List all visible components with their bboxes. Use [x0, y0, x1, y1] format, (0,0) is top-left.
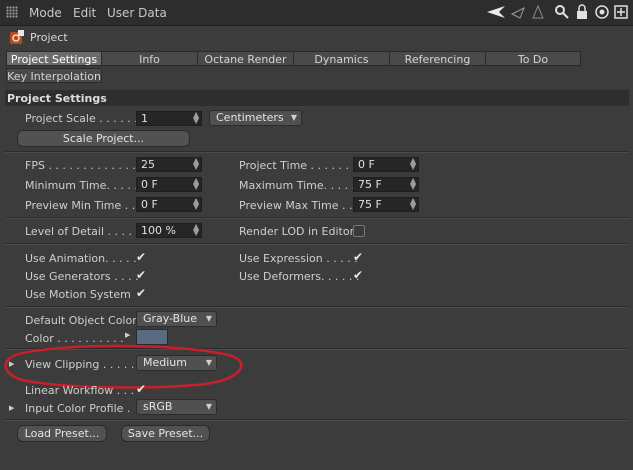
grip-icon[interactable] [6, 6, 18, 18]
spinner-icon[interactable]: ▲ ▼ [193, 197, 199, 211]
up-arrow-icon[interactable] [530, 4, 546, 20]
panel-title: Project [30, 31, 68, 44]
chevron-down-icon: ▼ [290, 113, 297, 122]
save-preset-button[interactable]: Save Preset... [121, 425, 210, 442]
use-motion-label: Use Motion System [25, 288, 131, 301]
input-color-profile-dropdown[interactable]: sRGB ▼ [136, 399, 217, 415]
expand-arrow-icon[interactable]: ▶ [125, 331, 130, 339]
tab-key-interpolation[interactable]: Key Interpolation [6, 68, 102, 83]
scale-project-button[interactable]: Scale Project... [17, 130, 190, 147]
divider [5, 151, 629, 153]
cursor-arrow-icon[interactable] [510, 4, 526, 20]
tab-to-do[interactable]: To Do [485, 51, 581, 66]
project-scale-value: 1 [141, 112, 148, 125]
use-animation-label: Use Animation. . . . . [25, 252, 137, 265]
use-expression-checkbox[interactable]: ✔ [352, 251, 364, 263]
new-window-icon[interactable] [613, 4, 629, 20]
use-animation-checkbox[interactable]: ✔ [135, 251, 147, 263]
fps-label: FPS . . . . . . . . . . . . . [25, 159, 136, 172]
spinner-icon[interactable]: ▲ ▼ [193, 223, 199, 237]
use-generators-label: Use Generators . . . . [25, 270, 139, 283]
use-expression-label: Use Expression . . . . . [239, 252, 358, 265]
max-time-label: Maximum Time. . . . . [239, 179, 356, 192]
chevron-down-icon: ▼ [205, 402, 212, 411]
preview-min-value: 0 F [141, 198, 158, 211]
input-color-profile-value: sRGB [143, 400, 173, 413]
min-time-label: Minimum Time. . . . . [25, 179, 138, 192]
min-time-field[interactable]: 0 F ▲ ▼ [136, 177, 202, 192]
back-arrow-icon[interactable] [485, 4, 509, 20]
project-scale-unit-dropdown[interactable]: Centimeters ▼ [209, 110, 302, 126]
search-icon[interactable] [554, 4, 570, 20]
project-time-field[interactable]: 0 F ▲ ▼ [353, 157, 419, 172]
spinner-icon[interactable]: ▲ ▼ [193, 111, 199, 125]
divider [5, 419, 629, 421]
tab-info[interactable]: Info [101, 51, 198, 66]
spinner-icon[interactable]: ▲ ▼ [193, 157, 199, 171]
preview-min-label: Preview Min Time . . [25, 199, 136, 212]
menu-user-data[interactable]: User Data [107, 6, 167, 20]
default-color-label: Default Object Color [25, 314, 137, 327]
use-deformers-label: Use Deformers. . . . . . [239, 270, 360, 283]
chevron-down-icon: ▼ [205, 314, 212, 323]
input-color-profile-label: Input Color Profile . [25, 402, 131, 415]
render-lod-checkbox[interactable] [353, 225, 365, 237]
tab-project-settings[interactable]: Project Settings [6, 51, 102, 66]
max-time-field[interactable]: 75 F ▲ ▼ [353, 177, 419, 192]
lock-icon[interactable] [574, 4, 590, 20]
unit-value: Centimeters [216, 111, 284, 124]
spinner-icon[interactable]: ▲ ▼ [410, 197, 416, 211]
preview-max-field[interactable]: 75 F ▲ ▼ [353, 197, 419, 212]
preview-max-label: Preview Max Time . . [239, 199, 353, 212]
project-scale-label: Project Scale . . . . . . [25, 112, 138, 125]
render-lod-label: Render LOD in Editor [239, 225, 355, 238]
expand-arrow-icon[interactable]: ▶ [9, 404, 14, 412]
use-generators-checkbox[interactable]: ✔ [135, 269, 147, 281]
project-time-label: Project Time . . . . . . . . [239, 159, 363, 172]
default-color-value: Gray-Blue [143, 312, 198, 325]
max-time-value: 75 F [358, 178, 382, 191]
project-gear-icon [9, 29, 25, 45]
divider [5, 243, 629, 245]
lod-label: Level of Detail . . . . . [25, 225, 140, 238]
fps-value: 25 [141, 158, 155, 171]
min-time-value: 0 F [141, 178, 158, 191]
lod-field[interactable]: 100 % ▲ ▼ [136, 223, 202, 238]
spinner-icon[interactable]: ▲ ▼ [410, 177, 416, 191]
menu-edit[interactable]: Edit [73, 6, 96, 20]
linear-workflow-checkbox[interactable]: ✔ [135, 383, 147, 395]
tab-octane-render[interactable]: Octane Render [197, 51, 294, 66]
fps-field[interactable]: 25 ▲ ▼ [136, 157, 202, 172]
lod-value: 100 % [141, 224, 176, 237]
preview-max-value: 75 F [358, 198, 382, 211]
section-title: Project Settings [7, 92, 107, 105]
project-time-value: 0 F [358, 158, 375, 171]
use-deformers-checkbox[interactable]: ✔ [352, 269, 364, 281]
divider [5, 306, 629, 308]
spinner-icon[interactable]: ▲ ▼ [410, 157, 416, 171]
tab-referencing[interactable]: Referencing [389, 51, 486, 66]
load-preset-button[interactable]: Load Preset... [17, 425, 107, 442]
spinner-icon[interactable]: ▲ ▼ [193, 177, 199, 191]
target-icon[interactable] [594, 4, 610, 20]
divider [5, 217, 629, 219]
linear-workflow-label: Linear Workflow . . . [25, 384, 135, 397]
menu-mode[interactable]: Mode [29, 6, 62, 20]
tab-dynamics[interactable]: Dynamics [293, 51, 390, 66]
use-motion-checkbox[interactable]: ✔ [135, 287, 147, 299]
project-scale-field[interactable]: 1 ▲ ▼ [136, 111, 202, 126]
color-swatch[interactable] [136, 329, 168, 345]
preview-min-field[interactable]: 0 F ▲ ▼ [136, 197, 202, 212]
default-color-dropdown[interactable]: Gray-Blue ▼ [136, 311, 217, 327]
